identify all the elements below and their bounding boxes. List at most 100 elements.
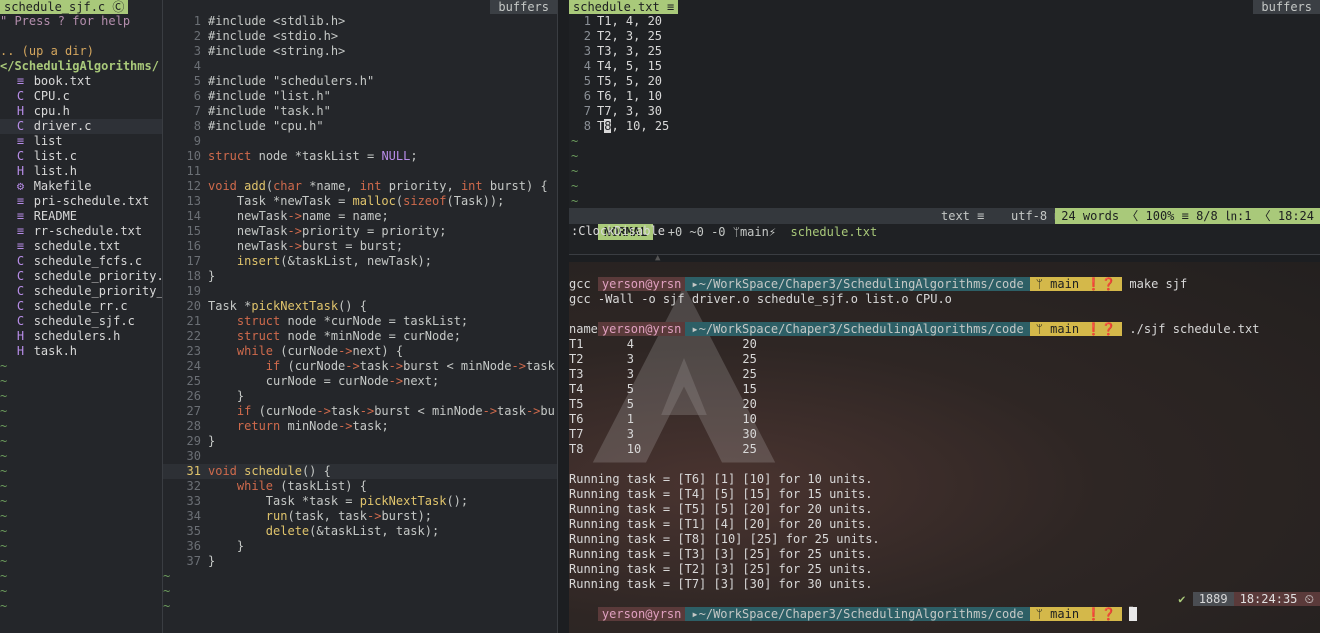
- code-line[interactable]: 18}: [163, 269, 557, 284]
- code-line[interactable]: 15 newTask->priority = priority;: [163, 224, 557, 239]
- code-editor-pane[interactable]: buffers 1 #include <stdlib.h> 2 #include <s…: [163, 0, 557, 633]
- buffers-tab[interactable]: buffers: [1253, 0, 1320, 14]
- code-line[interactable]: 26 }: [163, 389, 557, 404]
- tree-root-dir[interactable]: </ScheduligAlgorithms/: [0, 59, 162, 74]
- tree-file-item[interactable]: C schedule_priority_: [0, 284, 162, 299]
- command-line[interactable]: :ClockDisable: [571, 224, 665, 239]
- schedule-line[interactable]: 5 T5, 5, 20: [569, 74, 1320, 89]
- schedule-line[interactable]: 4 T4, 5, 15: [569, 59, 1320, 74]
- code-text: return minNode->task;: [208, 419, 389, 433]
- empty-line-marker: ~: [0, 434, 8, 448]
- sched-lines[interactable]: 1 T1, 4, 20 2 T2, 3, 25 3 T3, 3, 25 4 T4, 5, 15…: [569, 14, 1320, 134]
- code-line[interactable]: 32 while (taskList) {: [163, 479, 557, 494]
- tree-file-item[interactable]: ≡ schedule.txt: [0, 239, 162, 254]
- code-line[interactable]: 37}: [163, 554, 557, 569]
- schedule-line[interactable]: 3 T3, 3, 25: [569, 44, 1320, 59]
- tree-tabbar: schedule_sjf.c Ⓒ: [0, 0, 162, 14]
- code-line[interactable]: 17 insert(&taskList, newTask);: [163, 254, 557, 269]
- code-line[interactable]: 7 #include "task.h": [163, 104, 557, 119]
- code-token: taskList: [294, 254, 353, 268]
- code-line[interactable]: 12 void add(char *name, int priority, int…: [163, 179, 557, 194]
- code-line[interactable]: 16 newTask->burst = burst;: [163, 239, 557, 254]
- code-text: #include <stdio.h>: [208, 29, 338, 43]
- code-line[interactable]: 10 struct node *taskList = NULL;: [163, 149, 557, 164]
- code-token: <: [410, 404, 433, 418]
- tree-file-item[interactable]: H list.h: [0, 164, 162, 179]
- tab-schedule-txt[interactable]: schedule.txt ≡: [569, 0, 679, 14]
- tree-file-item[interactable]: C CPU.c: [0, 89, 162, 104]
- code-line[interactable]: 29}: [163, 434, 557, 449]
- code-line[interactable]: 24 if (curNode->task->burst < minNode->t…: [163, 359, 557, 374]
- code-line[interactable]: 34 run(task, task->burst);: [163, 509, 557, 524]
- file-tree-pane[interactable]: schedule_sjf.c Ⓒ " Press ? for help .. (…: [0, 0, 163, 633]
- buffers-tab[interactable]: buffers: [490, 0, 557, 14]
- code-line[interactable]: 25 curNode = curNode->next;: [163, 374, 557, 389]
- code-token: burst: [403, 359, 440, 373]
- tree-file-item[interactable]: ≡ list: [0, 134, 162, 149]
- code-lines[interactable]: 1 #include <stdlib.h> 2 #include <stdio.h> 3…: [163, 14, 557, 569]
- code-line[interactable]: 35 delete(&taskList, task);: [163, 524, 557, 539]
- tree-file-item[interactable]: C driver.c: [0, 119, 162, 134]
- tab-schedule-sjf[interactable]: schedule_sjf.c Ⓒ: [0, 0, 129, 14]
- tree-file-item[interactable]: ≡ README: [0, 209, 162, 224]
- code-text: }: [208, 434, 215, 448]
- tree-up-dir[interactable]: .. (up a dir): [0, 44, 162, 59]
- schedule-txt-pane[interactable]: schedule.txt ≡ buffers 1 T1, 4, 20 2 T2, 3,…: [569, 0, 1320, 254]
- code-line[interactable]: 14 newTask->name = name;: [163, 209, 557, 224]
- tree-file-item[interactable]: ≡ book.txt: [0, 74, 162, 89]
- tree-file-item[interactable]: ≡ rr-schedule.txt: [0, 224, 162, 239]
- tree-file-item[interactable]: ⚙ Makefile: [0, 179, 162, 194]
- code-line[interactable]: 2 #include <stdio.h>: [163, 29, 557, 44]
- code-line[interactable]: 5 #include "schedulers.h": [163, 74, 557, 89]
- command-text: ./sjf schedule.txt: [1129, 322, 1260, 336]
- code-line[interactable]: 6 #include "list.h": [163, 89, 557, 104]
- code-line[interactable]: 31 void schedule() {: [163, 464, 557, 479]
- code-line[interactable]: 28 return minNode->task;: [163, 419, 557, 434]
- tree-file-item[interactable]: C list.c: [0, 149, 162, 164]
- tree-file-item[interactable]: H schedulers.h: [0, 329, 162, 344]
- prompt-line-3[interactable]: yerson@yrsn ▸~/WorkSpace/Chaper3/Scheduli…: [569, 592, 1320, 621]
- empty-line-marker: ~: [571, 149, 579, 163]
- tree-file-item[interactable]: C schedule_sjf.c: [0, 314, 162, 329]
- schedule-line[interactable]: 1 T1, 4, 20: [569, 14, 1320, 29]
- code-line[interactable]: 13 Task *newTask = malloc(sizeof(Task));: [163, 194, 557, 209]
- code-line[interactable]: 22 struct node *minNode = curNode;: [163, 329, 557, 344]
- tree-file-item[interactable]: C schedule_rr.c: [0, 299, 162, 314]
- code-token: (&: [309, 524, 324, 538]
- code-line[interactable]: 4: [163, 59, 557, 74]
- prompt-line-2: yerson@yrsn ▸~/WorkSpace/Chaper3/Scheduli…: [569, 307, 1320, 336]
- schedule-line[interactable]: 2 T2, 3, 25: [569, 29, 1320, 44]
- code-token: #include "task.h": [208, 104, 331, 118]
- code-line[interactable]: 23 while (curNode->next) {: [163, 344, 557, 359]
- code-line[interactable]: 33 Task *task = pickNextTask();: [163, 494, 557, 509]
- prompt-line-1: yerson@yrsn ▸~/WorkSpace/Chaper3/Scheduli…: [569, 262, 1320, 291]
- code-line[interactable]: 30: [163, 449, 557, 464]
- code-line[interactable]: 20 Task *pickNextTask() {: [163, 299, 557, 314]
- tree-file-item[interactable]: C schedule_fcfs.c: [0, 254, 162, 269]
- tree-file-item[interactable]: H cpu.h: [0, 104, 162, 119]
- schedule-line[interactable]: 6 T6, 1, 10: [569, 89, 1320, 104]
- schedule-line[interactable]: 8 T8, 10, 25: [569, 119, 1320, 134]
- schedule-line[interactable]: 7 T7, 3, 30: [569, 104, 1320, 119]
- tree-file-item[interactable]: ≡ pri-schedule.txt: [0, 194, 162, 209]
- code-token: (: [446, 194, 454, 208]
- code-line[interactable]: 19: [163, 284, 557, 299]
- code-line[interactable]: 11: [163, 164, 557, 179]
- code-line[interactable]: 1 #include <stdlib.h>: [163, 14, 557, 29]
- code-text: #include <string.h>: [208, 44, 345, 58]
- terminal-pane[interactable]: yerson@yrsn ▸~/WorkSpace/Chaper3/Scheduli…: [569, 262, 1320, 633]
- code-token: taskList: [301, 149, 360, 163]
- tree-file-item[interactable]: H task.h: [0, 344, 162, 359]
- code-line[interactable]: 3 #include <string.h>: [163, 44, 557, 59]
- code-line[interactable]: 36 }: [163, 539, 557, 554]
- code-line[interactable]: 9: [163, 134, 557, 149]
- code-line[interactable]: 21 struct node *curNode = taskList;: [163, 314, 557, 329]
- line-number: 11: [186, 164, 201, 178]
- code-token: curNode: [265, 404, 317, 418]
- terminal-cursor[interactable]: ▌: [1129, 607, 1137, 621]
- tree-file-item[interactable]: C schedule_priority.: [0, 269, 162, 284]
- tree-file-name: schedule_sjf.c: [33, 314, 135, 328]
- code-line[interactable]: 8 #include "cpu.h": [163, 119, 557, 134]
- code-line[interactable]: 27 if (curNode->task->burst < minNode->t…: [163, 404, 557, 419]
